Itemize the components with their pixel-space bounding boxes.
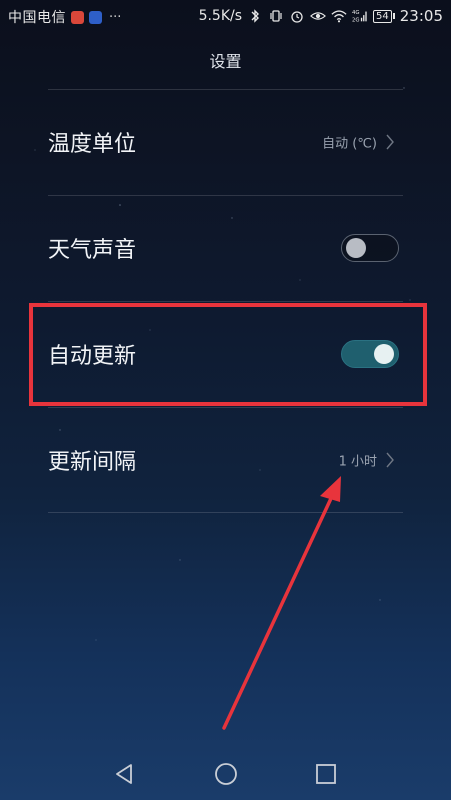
battery-icon: 54 (373, 9, 395, 23)
bluetooth-icon (251, 9, 260, 23)
setting-label-update-interval: 更新间隔 (48, 450, 137, 475)
recents-icon[interactable] (314, 762, 338, 786)
signal-icon: 4G 2G (352, 10, 367, 23)
setting-value-update-interval: 1 小时 (338, 454, 377, 470)
status-bar: 中国电信 ··· 5.5K/s 4G 2G 54 23:05 (0, 0, 451, 32)
battery-level: 54 (373, 9, 392, 23)
more-notifications-indicator: ··· (109, 9, 122, 25)
status-bar-right: 5.5K/s 4G 2G 54 23:05 (199, 7, 443, 25)
divider (48, 512, 403, 513)
page-title: 设置 (209, 52, 242, 71)
chevron-right-icon (386, 134, 394, 150)
setting-row-temperature-unit[interactable]: 温度单位 自动 (℃) (0, 90, 451, 194)
clock: 23:05 (399, 7, 443, 25)
setting-label-temperature-unit: 温度单位 (48, 132, 137, 157)
weather-sound-toggle[interactable] (341, 234, 399, 262)
status-bar-left: 中国电信 ··· (8, 7, 121, 27)
svg-text:4G: 4G (352, 10, 360, 16)
app-notification-icon (89, 10, 102, 24)
setting-value-temperature-unit: 自动 (℃) (322, 136, 377, 152)
vibrate-icon (270, 10, 282, 22)
setting-row-weather-sound: 天气声音 (0, 196, 451, 300)
navigation-bar (0, 748, 451, 800)
toggle-knob (346, 238, 366, 258)
mail-notification-icon (71, 10, 84, 24)
svg-text:2G: 2G (352, 17, 360, 23)
highlight-box-annotation (29, 303, 427, 406)
home-icon[interactable] (214, 762, 238, 786)
network-speed: 5.5K/s (198, 8, 243, 24)
wifi-icon (331, 10, 347, 23)
alarm-icon (291, 11, 303, 23)
eye-icon (310, 12, 327, 20)
back-icon[interactable] (112, 762, 136, 786)
setting-row-update-interval[interactable]: 更新间隔 1 小时 (0, 408, 451, 512)
setting-label-weather-sound: 天气声音 (48, 238, 137, 263)
carrier-name: 中国电信 (8, 10, 66, 26)
chevron-right-icon (386, 452, 394, 468)
